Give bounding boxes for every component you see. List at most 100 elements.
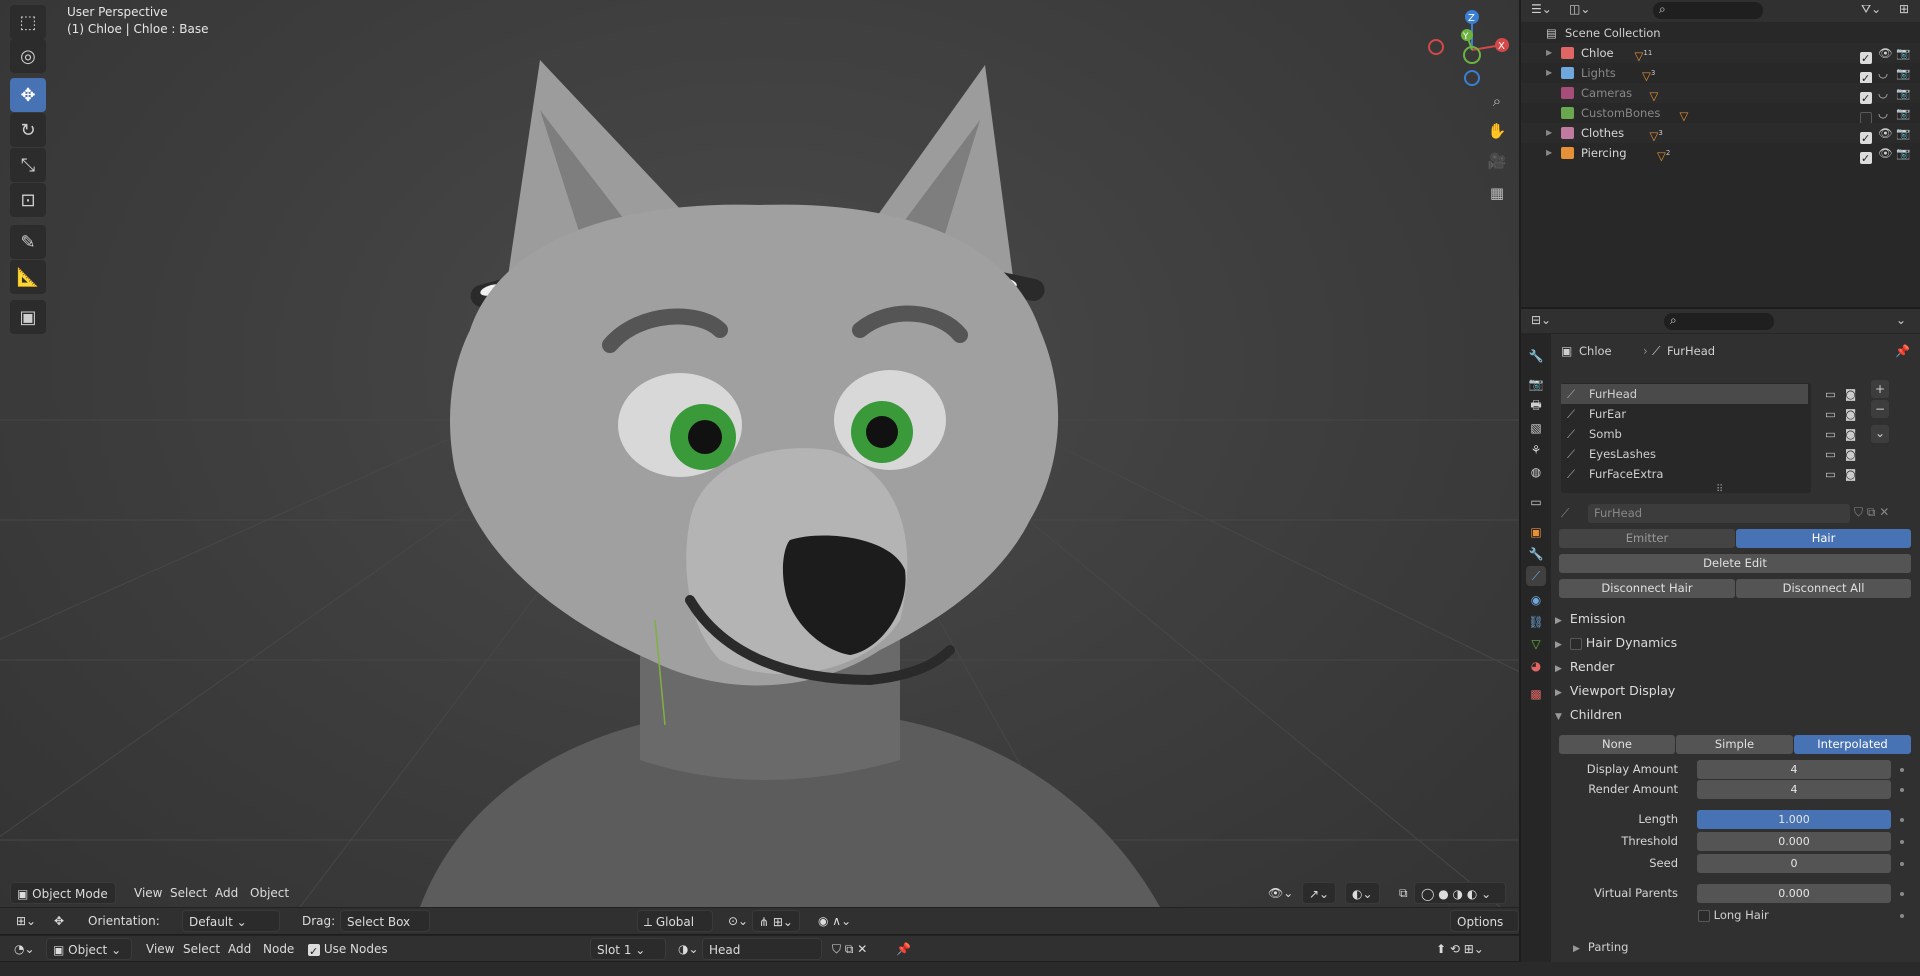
shader-object-dropdown[interactable]: ▣ Object ⌄ <box>46 938 132 960</box>
mode-dropdown[interactable]: ▣ Object Mode ⌄ <box>10 882 116 904</box>
monitor-icon[interactable]: ▭ <box>1825 384 1836 404</box>
pin-icon[interactable]: 📌 <box>1895 344 1910 358</box>
monitor-icon[interactable]: ▭ <box>1825 444 1836 464</box>
camera-icon[interactable]: ◙ <box>1845 464 1856 484</box>
menu-select[interactable]: Select <box>164 882 213 904</box>
list-item[interactable]: ⟋ EyesLashes ▭ ◙ <box>1561 444 1856 464</box>
display-mode-icon[interactable]: ◫⌄ <box>1569 2 1590 16</box>
expand-caret-icon[interactable]: ▶ <box>1546 63 1552 83</box>
disconnect-hair-button[interactable]: Disconnect Hair <box>1559 579 1735 598</box>
new-collection-icon[interactable]: ⊞ <box>1899 2 1909 16</box>
particle-settings-field[interactable]: FurHead <box>1588 504 1850 523</box>
list-item[interactable]: ⟋ Somb ▭ ◙ <box>1561 424 1856 444</box>
slot-dropdown[interactable]: Slot 1 ⌄ <box>590 938 666 960</box>
tool-tab-icon[interactable]: 🔧 <box>1526 346 1546 366</box>
list-resize-handle[interactable]: ⠿ <box>1716 484 1723 495</box>
proportional-edit-icon[interactable]: ◉ ∧⌄ <box>812 910 857 932</box>
outliner-row[interactable]: ▶Chloe▽11👁📷 <box>1521 43 1920 69</box>
gizmo-toggle-icon[interactable]: ↗⌄ <box>1302 882 1337 904</box>
shader-menu-add[interactable]: Add <box>222 938 257 960</box>
scene-collection-row[interactable]: ▤ Scene Collection <box>1521 23 1920 43</box>
length-field[interactable]: 1.000 <box>1697 810 1891 829</box>
camera-icon[interactable]: 📷 <box>1896 63 1910 83</box>
select-box-icon[interactable]: ⬚ <box>10 5 46 39</box>
outliner-row[interactable]: CustomBones ▽ ◡ 📷 <box>1521 103 1920 124</box>
expand-caret-icon[interactable]: ▶ <box>1546 43 1552 63</box>
remove-system-button[interactable]: − <box>1871 400 1889 418</box>
transform-icon[interactable]: ⊡ <box>10 183 46 217</box>
view-layer-tab-icon[interactable]: ▧ <box>1526 418 1546 438</box>
properties-search-input[interactable]: ⌕ <box>1664 313 1774 330</box>
outliner-row[interactable]: ▶ Piercing ▽2 👁📷 <box>1521 143 1920 169</box>
orientation-dropdown[interactable]: Default ⌄ <box>182 910 280 932</box>
rotate-icon[interactable]: ↻ <box>10 113 46 147</box>
cursor-icon[interactable]: ◎ <box>10 39 46 73</box>
disconnect-all-button[interactable]: Disconnect All <box>1736 579 1911 598</box>
zoom-icon[interactable]: ⌕ <box>1482 86 1512 116</box>
editor-type-icon[interactable]: ⊞⌄ <box>10 910 42 932</box>
data-tab-icon[interactable]: ▽ <box>1526 634 1546 654</box>
exclude-checkbox[interactable] <box>1860 147 1872 169</box>
object-tab-icon[interactable]: ▣ <box>1526 522 1546 542</box>
render-tab-icon[interactable]: 📷 <box>1526 374 1546 394</box>
modifier-tab-icon[interactable]: 🔧 <box>1526 544 1546 564</box>
shader-menu-node[interactable]: Node <box>257 938 300 960</box>
expand-caret-icon[interactable]: ▶ <box>1546 143 1552 163</box>
collection-tab-icon[interactable]: ▭ <box>1526 492 1546 512</box>
ortho-grid-icon[interactable]: ▦ <box>1482 178 1512 208</box>
eye-icon[interactable]: 👁 <box>1878 43 1893 63</box>
pin-icon[interactable]: 📌 <box>890 938 917 960</box>
menu-view[interactable]: View <box>128 882 168 904</box>
texture-tab-icon[interactable]: ▩ <box>1526 684 1546 704</box>
type-hair[interactable]: Hair <box>1736 529 1911 548</box>
camera-icon[interactable]: ◙ <box>1845 444 1856 464</box>
move-icon[interactable]: ✥ <box>10 78 46 112</box>
drag-dropdown[interactable]: Select Box ⌄ <box>340 910 430 951</box>
pivot-point-icon[interactable]: ⊙⌄ <box>722 910 754 932</box>
eye-icon[interactable]: ◡ <box>1878 63 1888 83</box>
navigation-gizmo[interactable]: Z X Y <box>1420 5 1510 95</box>
section-hair-dynamics[interactable]: ▶ Hair Dynamics <box>1555 635 1677 650</box>
eye-icon[interactable]: 👁 <box>1878 143 1893 163</box>
camera-icon[interactable]: 📷 <box>1896 43 1910 63</box>
list-item[interactable]: ⟋ FurHead ▭ ◙ <box>1561 384 1856 404</box>
add-cube-icon[interactable]: ▣ <box>10 300 46 334</box>
section-children[interactable]: ▼ Children <box>1555 707 1622 722</box>
menu-add[interactable]: Add <box>209 882 244 904</box>
visibility-icon[interactable]: 👁⌄ <box>1262 882 1299 904</box>
properties-editor-icon[interactable]: ⊟⌄ <box>1531 313 1551 327</box>
parent-node-icon[interactable]: ⬆ ⟲ ⊞⌄ <box>1430 938 1490 960</box>
shader-menu-view[interactable]: View <box>140 938 180 960</box>
monitor-icon[interactable]: ▭ <box>1825 424 1836 444</box>
outliner-editor-icon[interactable]: ☰⌄ <box>1531 2 1552 16</box>
outliner-row[interactable]: ▶Clothes▽3👁📷 <box>1521 123 1920 149</box>
camera-icon[interactable]: ◙ <box>1845 404 1856 424</box>
virtual-parents-field[interactable]: 0.000 <box>1697 884 1891 903</box>
options-dropdown[interactable]: Options ⌄ <box>1450 910 1519 951</box>
physics-tab-icon[interactable]: ◉ <box>1526 590 1546 610</box>
material-tab-icon[interactable]: ◕ <box>1526 656 1546 676</box>
eye-icon[interactable]: 👁 <box>1878 123 1893 143</box>
children-simple[interactable]: Simple <box>1676 735 1793 754</box>
list-item[interactable]: ⟋ FurFaceExtra ▭ ◙ <box>1561 464 1856 484</box>
particles-tab-icon[interactable]: ⟋ <box>1526 566 1546 586</box>
outliner-row[interactable]: ▶Lights▽3◡📷 <box>1521 63 1920 89</box>
section-emission[interactable]: ▶ Emission <box>1555 611 1626 626</box>
pan-hand-icon[interactable]: ✋ <box>1482 116 1512 146</box>
camera-icon[interactable]: 📷 <box>1896 143 1910 163</box>
camera-view-icon[interactable]: 🎥 <box>1482 146 1512 176</box>
constraints-tab-icon[interactable]: ⛓ <box>1526 612 1546 632</box>
scale-icon[interactable]: ⤡ <box>10 148 46 182</box>
delete-edit-button[interactable]: Delete Edit <box>1559 554 1911 573</box>
expand-caret-icon[interactable]: ▶ <box>1546 123 1552 143</box>
type-emitter[interactable]: Emitter <box>1559 529 1735 548</box>
3d-viewport[interactable]: User Perspective (1) Chloe | Chloe : Bas… <box>0 0 1519 907</box>
snap-icon[interactable]: ⋔ ⊞⌄ <box>752 910 800 932</box>
output-tab-icon[interactable]: 🖶 <box>1526 396 1546 416</box>
children-interpolated[interactable]: Interpolated <box>1794 735 1911 754</box>
camera-icon[interactable]: ◙ <box>1845 424 1856 444</box>
section-parting[interactable]: ▶ Parting <box>1573 940 1628 954</box>
shading-mode-selector[interactable]: ◯ ● ◑ ◐ ⌄ <box>1414 882 1506 904</box>
camera-icon[interactable]: ◙ <box>1845 384 1856 404</box>
measure-icon[interactable]: 📐 <box>10 260 46 294</box>
